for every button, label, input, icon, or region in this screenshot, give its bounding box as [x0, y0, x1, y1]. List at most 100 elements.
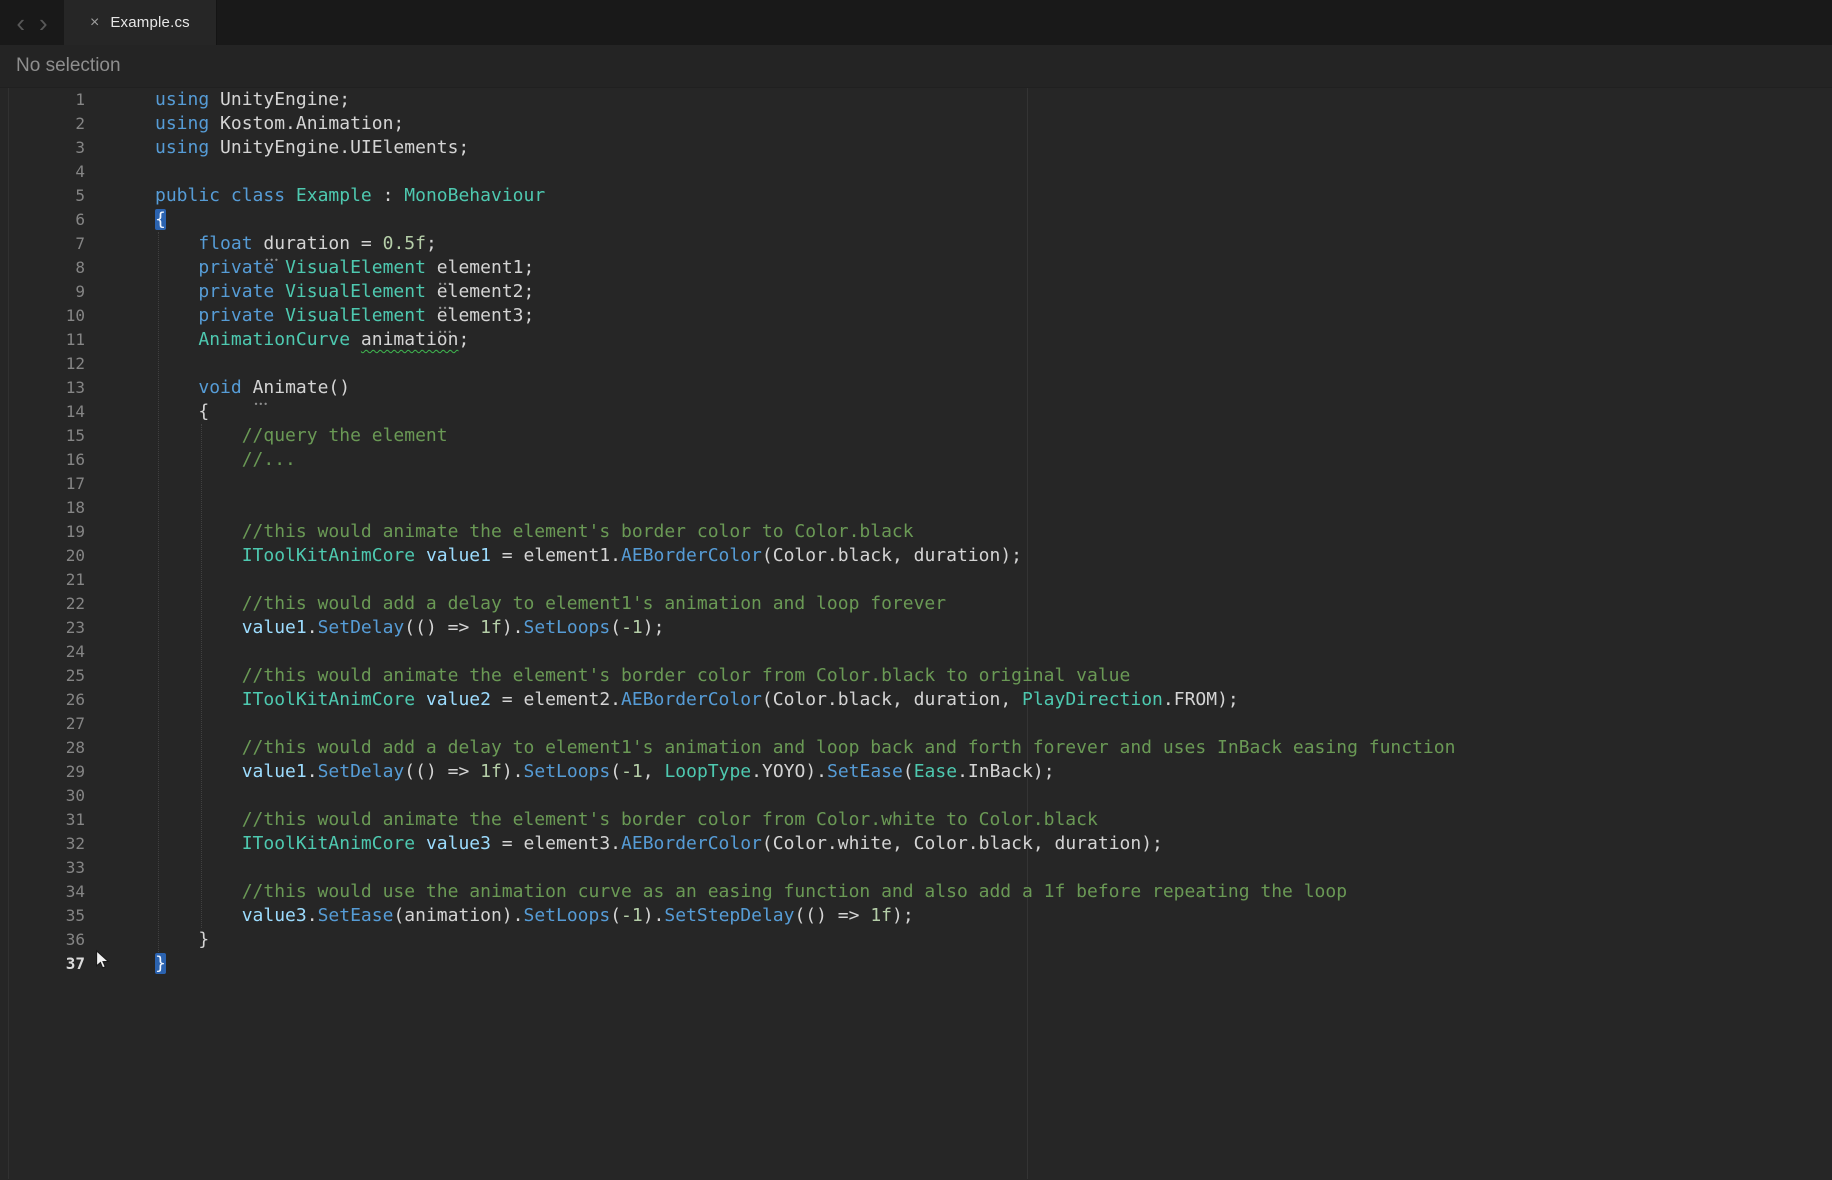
code-line[interactable]: 3 using UnityEngine.UIElements; [0, 136, 1832, 160]
code-line[interactable]: 6{ [0, 208, 1832, 232]
code-line[interactable]: 25 //this would animate the element's bo… [0, 664, 1832, 688]
code-token: VisualElement [285, 257, 426, 278]
line-number[interactable]: 19 [0, 520, 85, 544]
nav-forward-icon[interactable]: › [39, 10, 48, 36]
line-number[interactable]: 14 [0, 400, 85, 424]
code-line[interactable]: 22 //this would add a delay to element1'… [0, 592, 1832, 616]
line-number[interactable]: 8 [0, 256, 85, 280]
code-line[interactable]: 28 //this would add a delay to element1'… [0, 736, 1832, 760]
code-token: , [642, 761, 665, 782]
code-line[interactable]: 11 AnimationCurve animation; [0, 328, 1832, 352]
line-number[interactable]: 12 [0, 352, 85, 376]
code-token: private [198, 305, 275, 326]
code-line[interactable]: 13 void Animate() [0, 376, 1832, 417]
code-text: float duration = 0.5f; [155, 232, 436, 273]
line-number[interactable]: 6 [0, 208, 85, 232]
code-line[interactable]: 19 //this would animate the element's bo… [0, 520, 1832, 544]
code-line[interactable]: 23 value1.SetDelay(() => 1f).SetLoops(-1… [0, 616, 1832, 640]
code-line[interactable]: 18 [0, 496, 1832, 520]
line-number[interactable]: 32 [0, 832, 85, 856]
line-number[interactable]: 18 [0, 496, 85, 520]
line-number[interactable]: 9 [0, 280, 85, 304]
code-line[interactable]: 35 value3.SetEase(animation).SetLoops(-1… [0, 904, 1832, 928]
line-number[interactable]: 30 [0, 784, 85, 808]
line-number[interactable]: 24 [0, 640, 85, 664]
line-number[interactable]: 5 [0, 184, 85, 208]
code-line[interactable]: 20 IToolKitAnimCore value1 = element1.AE… [0, 544, 1832, 568]
code-editor[interactable]: 1 using UnityEngine; 2 using Kostom.Animati… [0, 88, 1832, 1179]
line-number[interactable]: 2 [0, 112, 85, 136]
line-number[interactable]: 20 [0, 544, 85, 568]
code-line[interactable]: 12 [0, 352, 1832, 376]
code-line[interactable]: 30 [0, 784, 1832, 808]
code-line[interactable]: 14 { [0, 400, 1832, 424]
code-line[interactable]: 4 [0, 160, 1832, 184]
code-token: (() => [404, 617, 481, 638]
code-line[interactable]: 21 [0, 568, 1832, 592]
code-token: class [230, 185, 286, 206]
line-number[interactable]: 7 [0, 232, 85, 256]
line-number[interactable]: 1 [0, 88, 85, 112]
code-line[interactable]: 27 [0, 712, 1832, 736]
code-line[interactable]: 5 public class Example : MonoBehaviour [0, 184, 1832, 208]
code-text: public class Example : MonoBehaviour [155, 184, 545, 208]
line-number[interactable]: 11 [0, 328, 85, 352]
line-number[interactable]: 34 [0, 880, 85, 904]
code-line[interactable]: 29 value1.SetDelay(() => 1f).SetLoops(-1… [0, 760, 1832, 784]
line-number[interactable]: 22 [0, 592, 85, 616]
code-text: { [155, 208, 166, 232]
line-number[interactable]: 28 [0, 736, 85, 760]
code-line[interactable]: 16 //... [0, 448, 1832, 472]
line-number[interactable]: 26 [0, 688, 85, 712]
code-token: VisualElement [285, 281, 426, 302]
line-number[interactable]: 35 [0, 904, 85, 928]
line-number[interactable]: 31 [0, 808, 85, 832]
code-line[interactable]: 2 using Kostom.Animation; [0, 112, 1832, 136]
line-number[interactable]: 37 [0, 952, 85, 976]
line-number[interactable]: 16 [0, 448, 85, 472]
code-token: { [155, 401, 210, 422]
code-line[interactable]: 33 [0, 856, 1832, 880]
code-token: duration [263, 232, 350, 273]
line-number[interactable]: 10 [0, 304, 85, 328]
code-line[interactable]: 17 [0, 472, 1832, 496]
code-token: -1 [621, 905, 643, 926]
line-number[interactable]: 17 [0, 472, 85, 496]
line-number[interactable]: 36 [0, 928, 85, 952]
code-token: ( [610, 905, 622, 926]
code-line[interactable]: 34 //this would use the animation curve … [0, 880, 1832, 904]
line-number[interactable]: 23 [0, 616, 85, 640]
line-number[interactable]: 25 [0, 664, 85, 688]
close-icon[interactable]: × [90, 14, 99, 31]
code-line[interactable]: 9 private VisualElement element2; [0, 280, 1832, 321]
code-token: -1 [621, 761, 643, 782]
line-number[interactable]: 21 [0, 568, 85, 592]
tab-example-cs[interactable]: × Example.cs [64, 0, 217, 45]
code-line[interactable]: 37} [0, 952, 1832, 976]
line-number[interactable]: 33 [0, 856, 85, 880]
code-line[interactable]: 31 //this would animate the element's bo… [0, 808, 1832, 832]
line-number[interactable]: 27 [0, 712, 85, 736]
line-number[interactable]: 29 [0, 760, 85, 784]
code-line[interactable]: 24 [0, 640, 1832, 664]
line-number[interactable]: 3 [0, 136, 85, 160]
line-number[interactable]: 15 [0, 424, 85, 448]
code-line[interactable]: 10 private VisualElement element3; [0, 304, 1832, 345]
nav-back-icon[interactable]: ‹ [16, 10, 25, 36]
code-token: -1 [621, 617, 643, 638]
code-token: AEBorderColor [621, 833, 762, 854]
code-line[interactable]: 7 float duration = 0.5f; [0, 232, 1832, 273]
code-text: } [155, 952, 166, 976]
line-number[interactable]: 13 [0, 376, 85, 400]
code-line[interactable]: 36 } [0, 928, 1832, 952]
line-number[interactable]: 4 [0, 160, 85, 184]
code-line[interactable]: 15 //query the element [0, 424, 1832, 448]
code-line[interactable]: 1 using UnityEngine; [0, 88, 1832, 112]
code-line[interactable]: 26 IToolKitAnimCore value2 = element2.AE… [0, 688, 1832, 712]
code-line[interactable]: 32 IToolKitAnimCore value3 = element3.AE… [0, 832, 1832, 856]
